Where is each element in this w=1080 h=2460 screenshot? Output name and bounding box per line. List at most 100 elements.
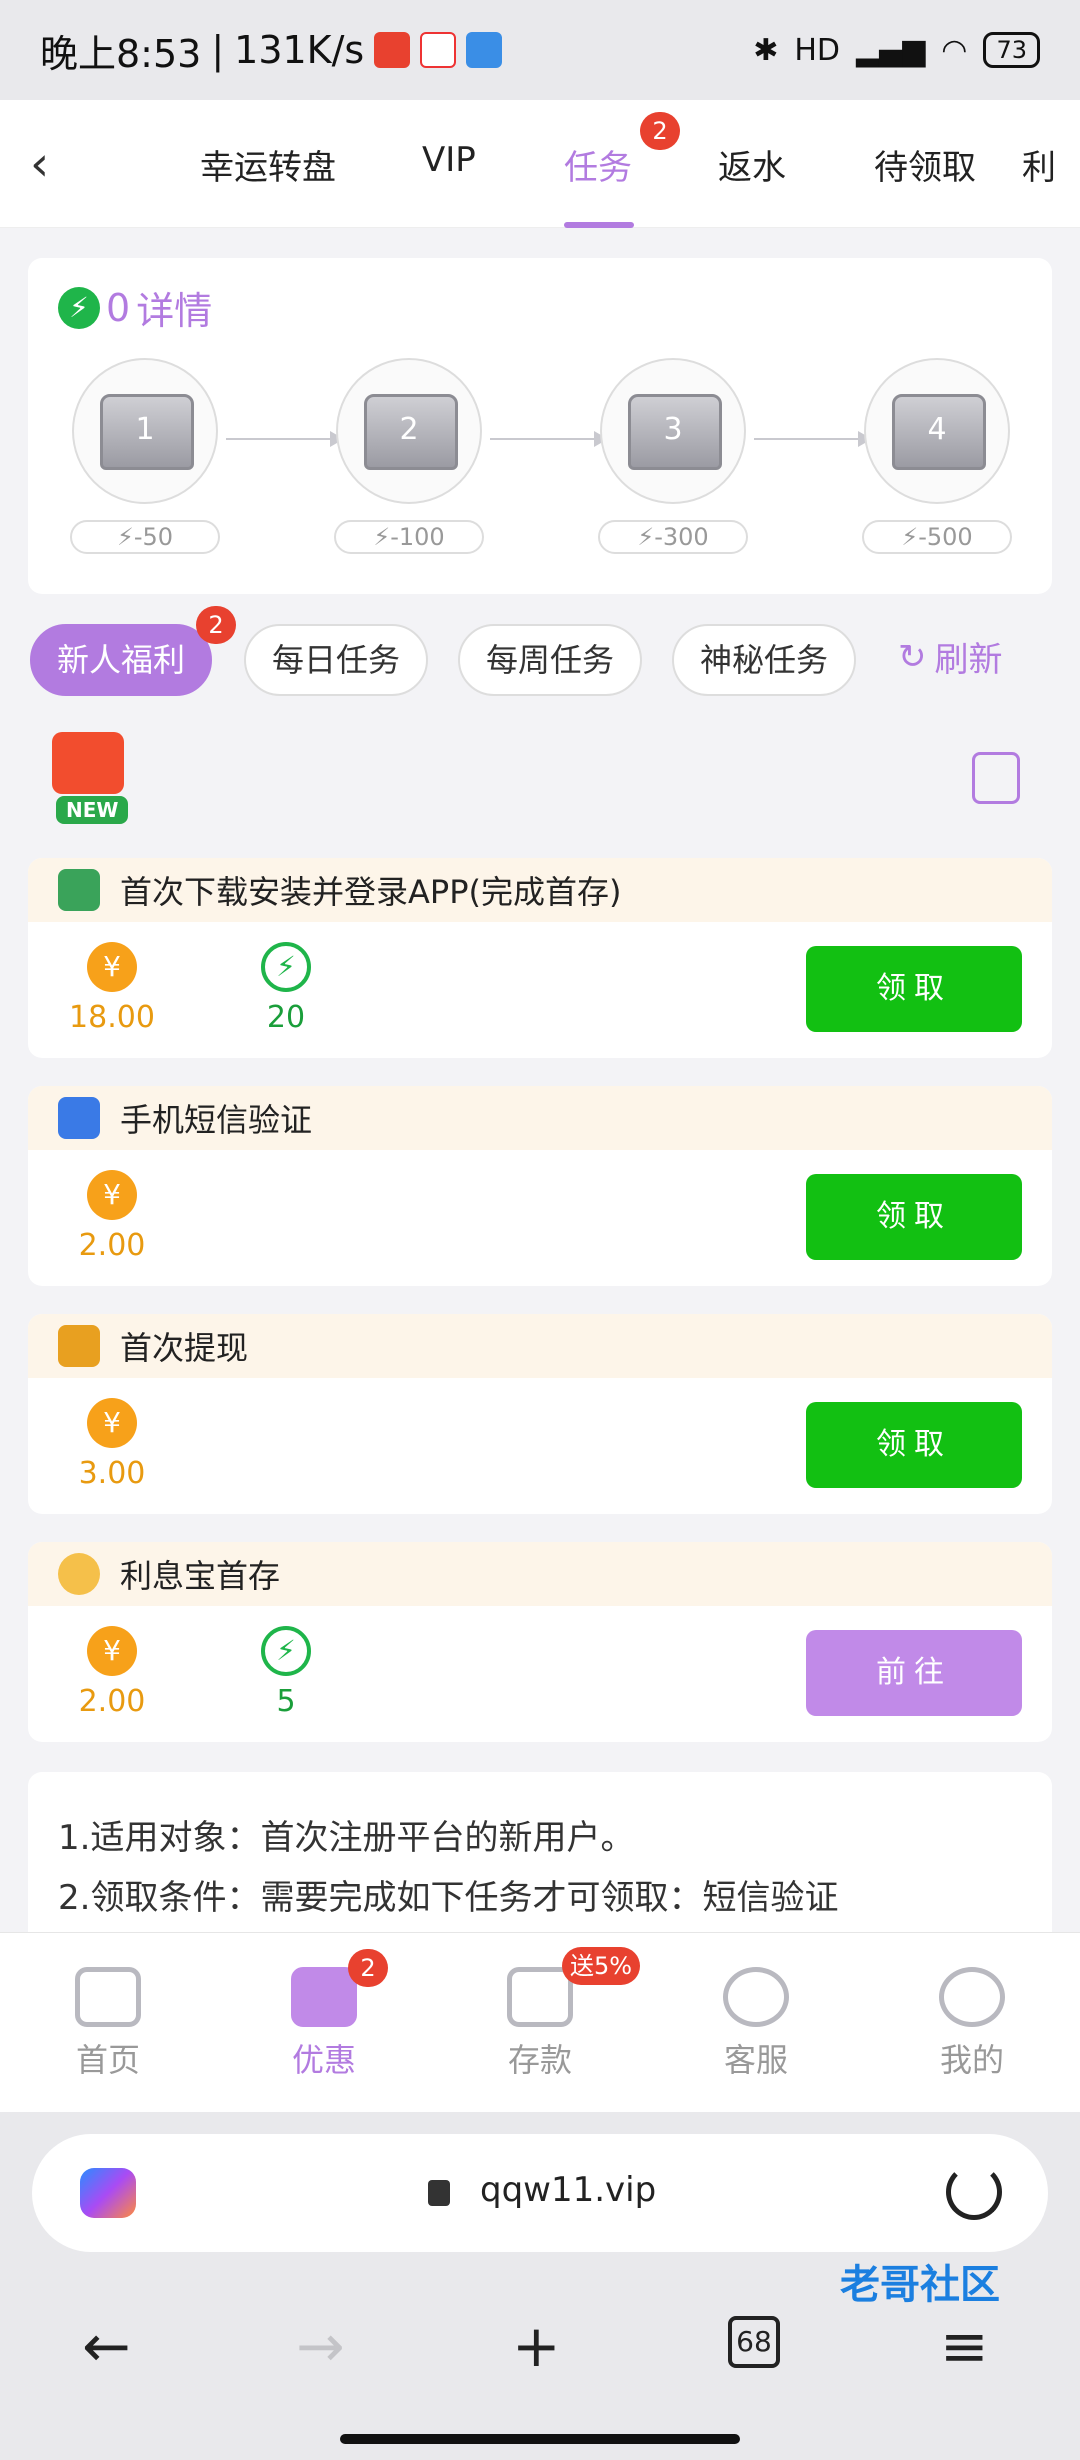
copilot-icon[interactable] — [80, 2168, 136, 2218]
bank-card-icon — [58, 1325, 100, 1367]
wallet-icon — [507, 1967, 573, 2027]
chest-cost: ⚡-300 — [598, 520, 748, 554]
coin-reward: ¥ 3.00 — [52, 1398, 172, 1491]
coin-reward: ¥ 18.00 — [52, 942, 172, 1035]
task-card: 利息宝首存 ¥ 2.00 ⚡ 5 前往 — [28, 1542, 1052, 1742]
map-notification-icon — [420, 32, 457, 68]
claim-button[interactable]: 领取 — [806, 1174, 1022, 1260]
task-title: 利息宝首存 — [120, 1557, 281, 1595]
chest-3[interactable]: 3 — [600, 358, 746, 504]
progress-arrow — [490, 431, 608, 447]
status-time: 晚上8:53 — [40, 31, 202, 76]
refresh-icon: ↻ — [898, 636, 927, 677]
status-speed: 131K/s — [234, 28, 365, 72]
progress-arrow — [226, 431, 344, 447]
url-text: qqw11.vip — [480, 2170, 657, 2210]
nav-home[interactable]: 首页 — [38, 1967, 178, 2081]
rule-line: 2.领取条件：需要完成如下任务才可领取：短信验证 — [58, 1878, 839, 1918]
back-arrow-icon[interactable]: ← — [82, 2312, 131, 2380]
headset-icon — [723, 1967, 789, 2027]
coin-icon: ¥ — [87, 1170, 137, 1220]
energy-reward: ⚡ 20 — [226, 942, 346, 1035]
energy-details-link[interactable]: 详情 — [136, 280, 212, 335]
chest-cost: ⚡-500 — [862, 520, 1012, 554]
address-bar[interactable]: qqw11.vip — [32, 2134, 1048, 2252]
tab-tasks-label: 任务 — [564, 148, 632, 188]
watermark-logo: 老哥社区 — [840, 2262, 1000, 2308]
task-title: 首次下载安装并登录APP(完成首存) — [120, 873, 622, 911]
claim-button[interactable]: 领取 — [806, 1402, 1022, 1488]
lock-icon — [428, 2180, 450, 2206]
chest-4[interactable]: 4 — [864, 358, 1010, 504]
nav-support[interactable]: 客服 — [686, 1967, 826, 2081]
tab-vip[interactable]: VIP — [422, 140, 476, 200]
task-title: 手机短信验证 — [120, 1101, 313, 1139]
forward-arrow-icon[interactable]: → — [296, 2312, 345, 2380]
coin-icon: ¥ — [87, 1626, 137, 1676]
phone-verify-icon — [58, 1097, 100, 1139]
nav-promotions-badge: 2 — [348, 1949, 388, 1987]
claim-button[interactable]: 领取 — [806, 946, 1022, 1032]
reload-icon[interactable] — [946, 2164, 1002, 2220]
new-gift-icon: NEW — [36, 726, 154, 826]
chip-newbie-welfare[interactable]: 新人福利 — [30, 624, 212, 696]
back-button[interactable]: ‹ — [30, 136, 86, 192]
tab-lucky-wheel[interactable]: 幸运转盘 — [200, 140, 336, 200]
tab-tasks[interactable]: 任务 — [564, 140, 634, 228]
signal-label: HD — [794, 32, 841, 68]
nav-profile[interactable]: 我的 — [902, 1967, 1042, 2081]
gift-icon — [291, 1967, 357, 2027]
battery-indicator: 73 — [983, 32, 1040, 68]
rules-panel: 1.适用对象：首次注册平台的新用户。 2.领取条件：需要完成如下任务才可领取：短… — [28, 1772, 1052, 1932]
home-indicator[interactable] — [340, 2434, 740, 2444]
home-icon — [75, 1967, 141, 2027]
user-icon — [939, 1967, 1005, 2027]
coin-reward: ¥ 2.00 — [52, 1170, 172, 1263]
chip-weekly-tasks[interactable]: 每周任务 — [458, 624, 642, 696]
app-notification-icon — [374, 32, 411, 68]
active-tab-underline — [564, 222, 634, 228]
new-tab-icon[interactable]: + — [512, 2312, 561, 2380]
signal-icon: ▂▄▆ — [856, 32, 926, 68]
chest-2[interactable]: 2 — [336, 358, 482, 504]
news-notification-icon — [466, 32, 503, 68]
piggy-bank-icon — [58, 1553, 100, 1595]
energy-bolt-icon: ⚡ — [261, 942, 311, 992]
nav-deposit-badge: 送5% — [562, 1947, 641, 1985]
download-app-icon — [58, 869, 100, 911]
chest-cost: ⚡-50 — [70, 520, 220, 554]
tab-count-button[interactable]: 68 — [728, 2316, 780, 2368]
energy-progress-card: ⚡ 0 详情 1 2 3 4 ⚡-50 ⚡-100 ⚡-300 ⚡-500 — [28, 258, 1052, 594]
rule-line: 1.适用对象：首次注册平台的新用户。 — [58, 1818, 635, 1858]
go-button[interactable]: 前往 — [806, 1630, 1022, 1716]
coin-icon: ¥ — [87, 1398, 137, 1448]
refresh-button[interactable]: ↻ 刷新 — [898, 632, 1003, 681]
chip-mystery-tasks[interactable]: 神秘任务 — [672, 624, 856, 696]
chip-newbie-badge: 2 — [196, 606, 236, 644]
coin-reward: ¥ 2.00 — [52, 1626, 172, 1719]
task-card: 首次提现 ¥ 3.00 领取 — [28, 1314, 1052, 1514]
tab-tasks-badge: 2 — [640, 112, 680, 150]
chip-daily-tasks[interactable]: 每日任务 — [244, 624, 428, 696]
tab-pending[interactable]: 待领取 — [874, 140, 976, 200]
progress-arrow — [754, 431, 872, 447]
energy-count: 0 — [106, 285, 131, 330]
menu-icon[interactable]: ≡ — [940, 2312, 989, 2380]
coin-icon: ¥ — [87, 942, 137, 992]
task-card: 手机短信验证 ¥ 2.00 领取 — [28, 1086, 1052, 1286]
energy-header: ⚡ 0 详情 — [58, 280, 212, 335]
status-bar: 晚上8:53 | 131K/s ✱ HD ▂▄▆ ◠ 73 — [0, 0, 1080, 100]
energy-reward: ⚡ 5 — [226, 1626, 346, 1719]
wifi-icon: ◠ — [941, 32, 968, 68]
chest-1[interactable]: 1 — [72, 358, 218, 504]
task-card: 首次下载安装并登录APP(完成首存) ¥ 18.00 ⚡ 20 领取 — [28, 858, 1052, 1058]
energy-bolt-icon: ⚡ — [58, 286, 100, 329]
energy-bolt-icon: ⚡ — [261, 1626, 311, 1676]
tab-rebate[interactable]: 返水 — [718, 140, 786, 200]
chest-cost: ⚡-100 — [334, 520, 484, 554]
bluetooth-icon: ✱ — [753, 32, 779, 68]
task-history-icon[interactable] — [972, 752, 1020, 804]
top-tab-bar: ‹ 幸运转盘 VIP 任务 2 返水 待领取 利 — [0, 100, 1080, 228]
tab-interest[interactable]: 利 — [1022, 140, 1080, 200]
task-title: 首次提现 — [120, 1329, 249, 1367]
